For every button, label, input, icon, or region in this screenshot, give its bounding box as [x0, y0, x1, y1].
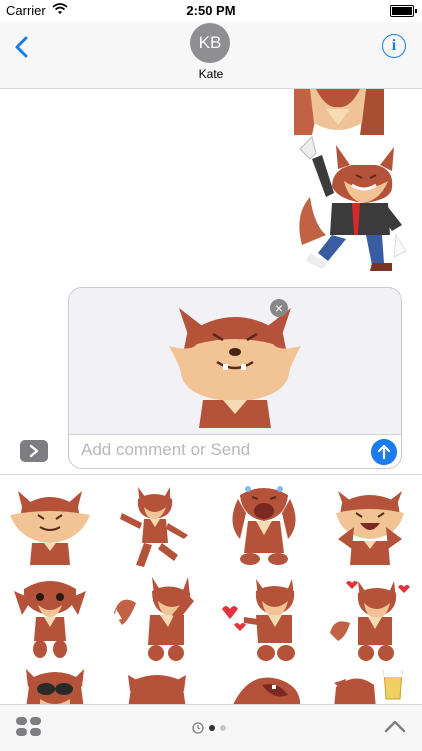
contact-name[interactable]: Kate — [0, 67, 422, 81]
sticker-fox-cheers[interactable] — [330, 669, 410, 705]
app-tray — [0, 704, 422, 751]
sticker-fox-back[interactable] — [122, 671, 192, 705]
sticker-fox-crying[interactable] — [226, 483, 302, 569]
sticker-fox-sunglasses[interactable] — [20, 669, 90, 705]
sticker-preview: × — [69, 288, 401, 435]
status-bar: Carrier 2:50 PM — [0, 0, 422, 22]
info-icon[interactable]: i — [382, 34, 406, 58]
back-chevron-icon[interactable] — [10, 32, 36, 62]
message-compose-card: × Add comment or Send — [68, 287, 402, 469]
sticker-fox-blowing-kiss[interactable] — [220, 573, 304, 663]
comment-input[interactable]: Add comment or Send — [81, 440, 250, 460]
sticker-preview-happy-fox — [169, 308, 301, 428]
collapse-chevron-up-icon[interactable] — [384, 719, 406, 733]
expand-chevron-right-icon[interactable] — [20, 440, 48, 462]
page-indicator[interactable] — [192, 722, 232, 734]
sticker-fox-dance[interactable] — [118, 483, 194, 569]
clock: 2:50 PM — [186, 3, 236, 18]
conversation-header: KB Kate i — [0, 22, 422, 89]
sent-sticker-partial — [294, 89, 384, 135]
sticker-fox-grin[interactable] — [8, 485, 92, 569]
battery-icon — [390, 5, 417, 17]
sent-sticker-running-fox — [299, 136, 407, 271]
sticker-fox-shout[interactable] — [228, 671, 302, 705]
avatar[interactable]: KB — [190, 23, 230, 63]
sticker-fox-laugh[interactable] — [330, 485, 410, 569]
sticker-fox-facepalm[interactable] — [112, 573, 198, 663]
sticker-fox-in-love[interactable] — [328, 573, 414, 663]
sticker-fox-wide-eyes[interactable] — [10, 575, 90, 661]
remove-sticker-close-icon[interactable]: × — [270, 299, 288, 317]
sticker-drawer — [0, 474, 422, 705]
send-arrow-up-icon[interactable] — [371, 439, 397, 465]
app-grid-icon[interactable] — [16, 717, 42, 737]
conversation-area: × Add comment or Send — [0, 89, 422, 469]
